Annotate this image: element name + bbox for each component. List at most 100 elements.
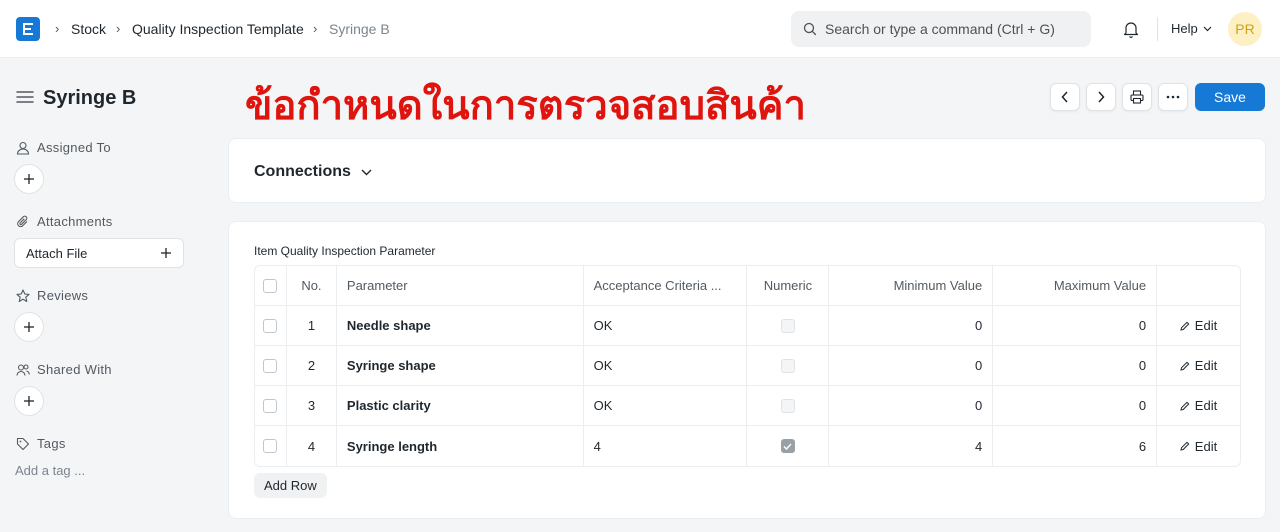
edit-row-button[interactable]: Edit	[1180, 318, 1217, 333]
paperclip-icon	[17, 215, 28, 227]
attachments-label: Attachments	[37, 214, 113, 229]
row-minimum-value[interactable]: 0	[829, 346, 994, 385]
chevron-down-icon	[361, 169, 372, 175]
numeric-checkbox[interactable]	[780, 398, 795, 413]
row-checkbox[interactable]	[263, 439, 278, 453]
save-button[interactable]: Save	[1195, 83, 1265, 111]
edit-row-button[interactable]: Edit	[1180, 439, 1217, 454]
row-acceptance-criteria[interactable]: OK	[584, 386, 748, 425]
attachments-section: Attachments	[16, 214, 113, 229]
help-dropdown[interactable]: Help	[1171, 21, 1212, 36]
connections-card: Connections	[228, 138, 1266, 203]
app-logo[interactable]	[16, 17, 40, 41]
row-parameter[interactable]: Syringe shape	[337, 346, 584, 385]
chevron-right-icon: ›	[55, 21, 60, 36]
plus-icon	[161, 248, 171, 258]
column-header-parameter: Parameter	[337, 266, 584, 305]
attach-file-button[interactable]: Attach File	[14, 238, 184, 268]
row-maximum-value[interactable]: 0	[993, 386, 1158, 425]
row-actions-cell: Edit	[1157, 346, 1240, 385]
table-row[interactable]: 4 Syringe length 4 4 6 Edit	[255, 426, 1240, 466]
add-row-button[interactable]: Add Row	[254, 473, 327, 498]
breadcrumb-current[interactable]: Syringe B	[329, 20, 390, 38]
parameters-table: No. Parameter Acceptance Criteria ... Nu…	[254, 265, 1241, 467]
previous-doc-button[interactable]	[1050, 83, 1080, 111]
plus-icon	[24, 174, 34, 184]
table-row[interactable]: 3 Plastic clarity OK 0 0 Edit	[255, 386, 1240, 426]
row-select-cell	[255, 306, 287, 345]
row-checkbox[interactable]	[263, 358, 278, 373]
row-parameter[interactable]: Needle shape	[337, 306, 584, 345]
breadcrumb-stock[interactable]: Stock	[71, 20, 106, 38]
row-no: 4	[287, 426, 337, 466]
parameters-card: Item Quality Inspection Parameter No. Pa…	[228, 221, 1266, 519]
row-maximum-value[interactable]: 6	[993, 426, 1158, 466]
assigned-to-label: Assigned To	[37, 140, 111, 155]
table-row[interactable]: 1 Needle shape OK 0 0 Edit	[255, 306, 1240, 346]
checkmark-icon	[783, 443, 792, 450]
row-minimum-value[interactable]: 0	[829, 386, 994, 425]
sidebar-toggle-icon[interactable]	[16, 89, 34, 105]
row-maximum-value[interactable]: 0	[993, 306, 1158, 345]
edit-label: Edit	[1194, 318, 1218, 333]
numeric-checkbox[interactable]	[780, 318, 795, 333]
numeric-checkbox-checked[interactable]	[780, 439, 795, 453]
row-acceptance-criteria[interactable]: OK	[584, 346, 748, 385]
overlay-heading: ข้อกำหนดในการตรวจสอบสินค้า	[245, 83, 806, 129]
row-parameter[interactable]: Plastic clarity	[337, 386, 584, 425]
star-icon	[16, 288, 30, 302]
notification-bell-icon[interactable]	[1121, 19, 1141, 39]
shared-with-label: Shared With	[37, 362, 112, 377]
row-checkbox[interactable]	[263, 318, 278, 333]
breadcrumb-quality-inspection-template[interactable]: Quality Inspection Template	[132, 20, 304, 38]
row-minimum-value[interactable]: 4	[829, 426, 994, 466]
pencil-icon	[1180, 401, 1190, 411]
row-select-cell	[255, 386, 287, 425]
chevron-right-icon: ›	[116, 21, 121, 36]
print-button[interactable]	[1122, 83, 1152, 111]
edit-row-button[interactable]: Edit	[1180, 398, 1217, 413]
more-actions-button[interactable]	[1158, 83, 1188, 111]
select-all-checkbox[interactable]	[263, 278, 278, 293]
row-select-cell	[255, 346, 287, 385]
user-icon	[16, 141, 30, 155]
search-input[interactable]: Search or type a command (Ctrl + G)	[791, 11, 1091, 47]
share-button[interactable]	[14, 386, 44, 416]
row-minimum-value[interactable]: 0	[829, 306, 994, 345]
attach-file-label: Attach File	[26, 245, 88, 261]
chevron-down-icon	[1203, 26, 1212, 31]
parameters-table-label: Item Quality Inspection Parameter	[254, 244, 436, 258]
numeric-checkbox[interactable]	[780, 358, 795, 373]
tags-label: Tags	[37, 436, 66, 451]
next-doc-button[interactable]	[1086, 83, 1116, 111]
add-review-button[interactable]	[14, 312, 44, 342]
column-header-minimum-value: Minimum Value	[829, 266, 994, 305]
edit-row-button[interactable]: Edit	[1180, 358, 1217, 373]
user-avatar[interactable]: PR	[1228, 12, 1262, 46]
search-icon	[803, 22, 817, 36]
row-acceptance-criteria[interactable]: 4	[584, 426, 748, 466]
row-numeric-cell	[747, 346, 830, 385]
connections-title: Connections	[254, 163, 351, 180]
reviews-section: Reviews	[16, 288, 88, 303]
table-row[interactable]: 2 Syringe shape OK 0 0 Edit	[255, 346, 1240, 386]
pencil-icon	[1180, 321, 1190, 331]
row-numeric-cell	[747, 386, 830, 425]
add-tag-link[interactable]: Add a tag ...	[15, 463, 85, 478]
row-maximum-value[interactable]: 0	[993, 346, 1158, 385]
add-assignee-button[interactable]	[14, 164, 44, 194]
ellipsis-icon	[1166, 95, 1180, 99]
shared-with-section: Shared With	[16, 362, 112, 377]
row-parameter[interactable]: Syringe length	[337, 426, 584, 466]
connections-toggle[interactable]: Connections	[254, 163, 372, 181]
row-checkbox[interactable]	[263, 398, 278, 413]
plus-icon	[24, 396, 34, 406]
edit-label: Edit	[1194, 438, 1218, 454]
row-acceptance-criteria[interactable]: OK	[584, 306, 748, 345]
edit-label: Edit	[1194, 358, 1218, 373]
table-header-row: No. Parameter Acceptance Criteria ... Nu…	[255, 266, 1240, 306]
page-title: Syringe B	[43, 87, 137, 109]
search-placeholder: Search or type a command (Ctrl + G)	[825, 21, 1055, 37]
reviews-label: Reviews	[37, 288, 89, 303]
row-no: 3	[287, 386, 337, 425]
